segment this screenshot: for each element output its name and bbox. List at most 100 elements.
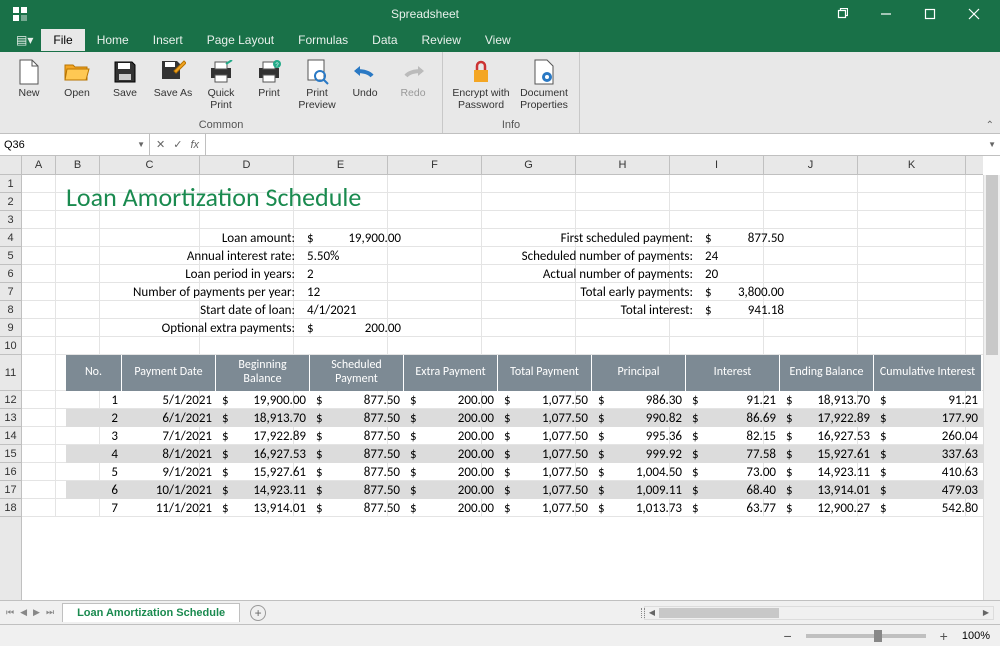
summary-label: Total early payments: [479,285,701,300]
row-header-18[interactable]: 18 [0,499,21,517]
sheet-tab-active[interactable]: Loan Amortization Schedule [62,603,240,622]
horizontal-scrollbar[interactable]: ◀ ▶ [644,606,994,620]
name-box[interactable]: Q36▼ [0,134,150,155]
table-cell: $877.50 [310,393,404,408]
table-cell: $200.00 [404,501,498,516]
table-row[interactable]: 15/1/2021$19,900.00$877.50$200.00$1,077.… [66,391,983,409]
row-header-2[interactable]: 2 [0,193,21,211]
zoom-out-button[interactable]: − [779,628,795,644]
hscroll-right-button[interactable]: ▶ [979,607,993,619]
table-cell: $15,927.61 [216,465,310,480]
minimize-button[interactable] [864,0,908,28]
table-cell: 10/1/2021 [122,483,216,498]
chevron-down-icon[interactable]: ▼ [137,140,145,149]
column-header-F[interactable]: F [388,156,482,174]
menu-page-layout[interactable]: Page Layout [195,29,286,51]
table-row[interactable]: 59/1/2021$15,927.61$877.50$200.00$1,077.… [66,463,983,481]
tab-last-button[interactable]: ⏭ [44,607,56,618]
row-header-5[interactable]: 5 [0,247,21,265]
column-header-J[interactable]: J [764,156,858,174]
row-header-11[interactable]: 11 [0,355,21,391]
hscroll-left-button[interactable]: ◀ [645,607,659,619]
row-header-17[interactable]: 17 [0,481,21,499]
print-preview-button[interactable]: Print Preview [294,56,340,113]
table-row[interactable]: 48/1/2021$16,927.53$877.50$200.00$1,077.… [66,445,983,463]
row-header-14[interactable]: 14 [0,427,21,445]
vertical-scrollbar[interactable] [983,175,1000,600]
horizontal-scroll-thumb[interactable] [659,608,779,618]
column-header-H[interactable]: H [576,156,670,174]
folder-open-icon [63,58,91,86]
open-button[interactable]: Open [54,56,100,102]
collapse-ribbon-button[interactable]: ⌃ [986,120,994,131]
table-row[interactable]: 711/1/2021$13,914.01$877.50$200.00$1,077… [66,499,983,517]
menu-insert[interactable]: Insert [141,29,195,51]
row-header-6[interactable]: 6 [0,265,21,283]
cancel-formula-button[interactable]: ✕ [152,138,169,151]
row-header-4[interactable]: 4 [0,229,21,247]
table-cell: 3 [66,429,122,444]
row-header-15[interactable]: 15 [0,445,21,463]
encrypt-button[interactable]: Encrypt with Password [449,56,513,113]
summary-label: Number of payments per year: [32,285,303,300]
column-header-C[interactable]: C [100,156,200,174]
add-sheet-button[interactable]: + [250,605,266,621]
column-header-K[interactable]: K [858,156,966,174]
column-header-E[interactable]: E [294,156,388,174]
tab-first-button[interactable]: ⏮ [4,607,16,618]
tab-prev-button[interactable]: ◀ [18,607,29,618]
save-button[interactable]: Save [102,56,148,102]
print-button[interactable]: ?Print [246,56,292,102]
doc-properties-button[interactable]: Document Properties [515,56,573,113]
row-header-8[interactable]: 8 [0,301,21,319]
save-as-button[interactable]: Save As [150,56,196,102]
table-row[interactable]: 37/1/2021$17,922.89$877.50$200.00$1,077.… [66,427,983,445]
table-cell: $200.00 [404,465,498,480]
grid[interactable]: Loan Amortization Schedule Loan amount:$… [22,175,983,600]
maximize-button[interactable] [908,0,952,28]
menu-review[interactable]: Review [410,29,473,51]
undo-button[interactable]: Undo [342,56,388,102]
quick-print-button[interactable]: Quick Print [198,56,244,113]
menu-home[interactable]: Home [85,29,141,51]
close-button[interactable] [952,0,996,28]
menu-data[interactable]: Data [360,29,409,51]
table-row[interactable]: 26/1/2021$18,913.70$877.50$200.00$1,077.… [66,409,983,427]
column-header-G[interactable]: G [482,156,576,174]
accept-formula-button[interactable]: ✓ [169,138,186,151]
table-cell: $200.00 [404,447,498,462]
select-all-corner[interactable] [0,156,22,175]
zoom-level[interactable]: 100% [962,630,990,642]
column-header-I[interactable]: I [670,156,764,174]
row-header-10[interactable]: 10 [0,337,21,355]
table-header: Interest [686,355,780,391]
restore-down-secondary-button[interactable] [820,0,864,28]
row-header-13[interactable]: 13 [0,409,21,427]
hscroll-resize-grip[interactable] [641,607,645,619]
zoom-slider[interactable] [806,634,926,638]
tab-next-button[interactable]: ▶ [31,607,42,618]
menu-file[interactable]: File [41,29,84,51]
menu-formulas[interactable]: Formulas [286,29,360,51]
row-header-3[interactable]: 3 [0,211,21,229]
row-header-7[interactable]: 7 [0,283,21,301]
new-button[interactable]: New [6,56,52,102]
menu-view[interactable]: View [473,29,523,51]
formula-input[interactable]: ▼ [206,134,1000,155]
table-row[interactable]: 610/1/2021$14,923.11$877.50$200.00$1,077… [66,481,983,499]
vertical-scroll-thumb[interactable] [986,175,998,355]
expand-formula-icon[interactable]: ▼ [988,140,996,149]
zoom-in-button[interactable]: + [936,628,952,644]
column-header-D[interactable]: D [200,156,294,174]
menu-icon[interactable]: ▤▾ [16,33,41,47]
table-header: Extra Payment [404,355,498,391]
zoom-slider-thumb[interactable] [874,630,882,642]
column-header-B[interactable]: B [56,156,100,174]
row-header-9[interactable]: 9 [0,319,21,337]
row-header-1[interactable]: 1 [0,175,21,193]
row-header-12[interactable]: 12 [0,391,21,409]
redo-button[interactable]: Redo [390,56,436,102]
row-header-16[interactable]: 16 [0,463,21,481]
column-header-A[interactable]: A [22,156,56,174]
fx-button[interactable]: fx [186,139,203,151]
